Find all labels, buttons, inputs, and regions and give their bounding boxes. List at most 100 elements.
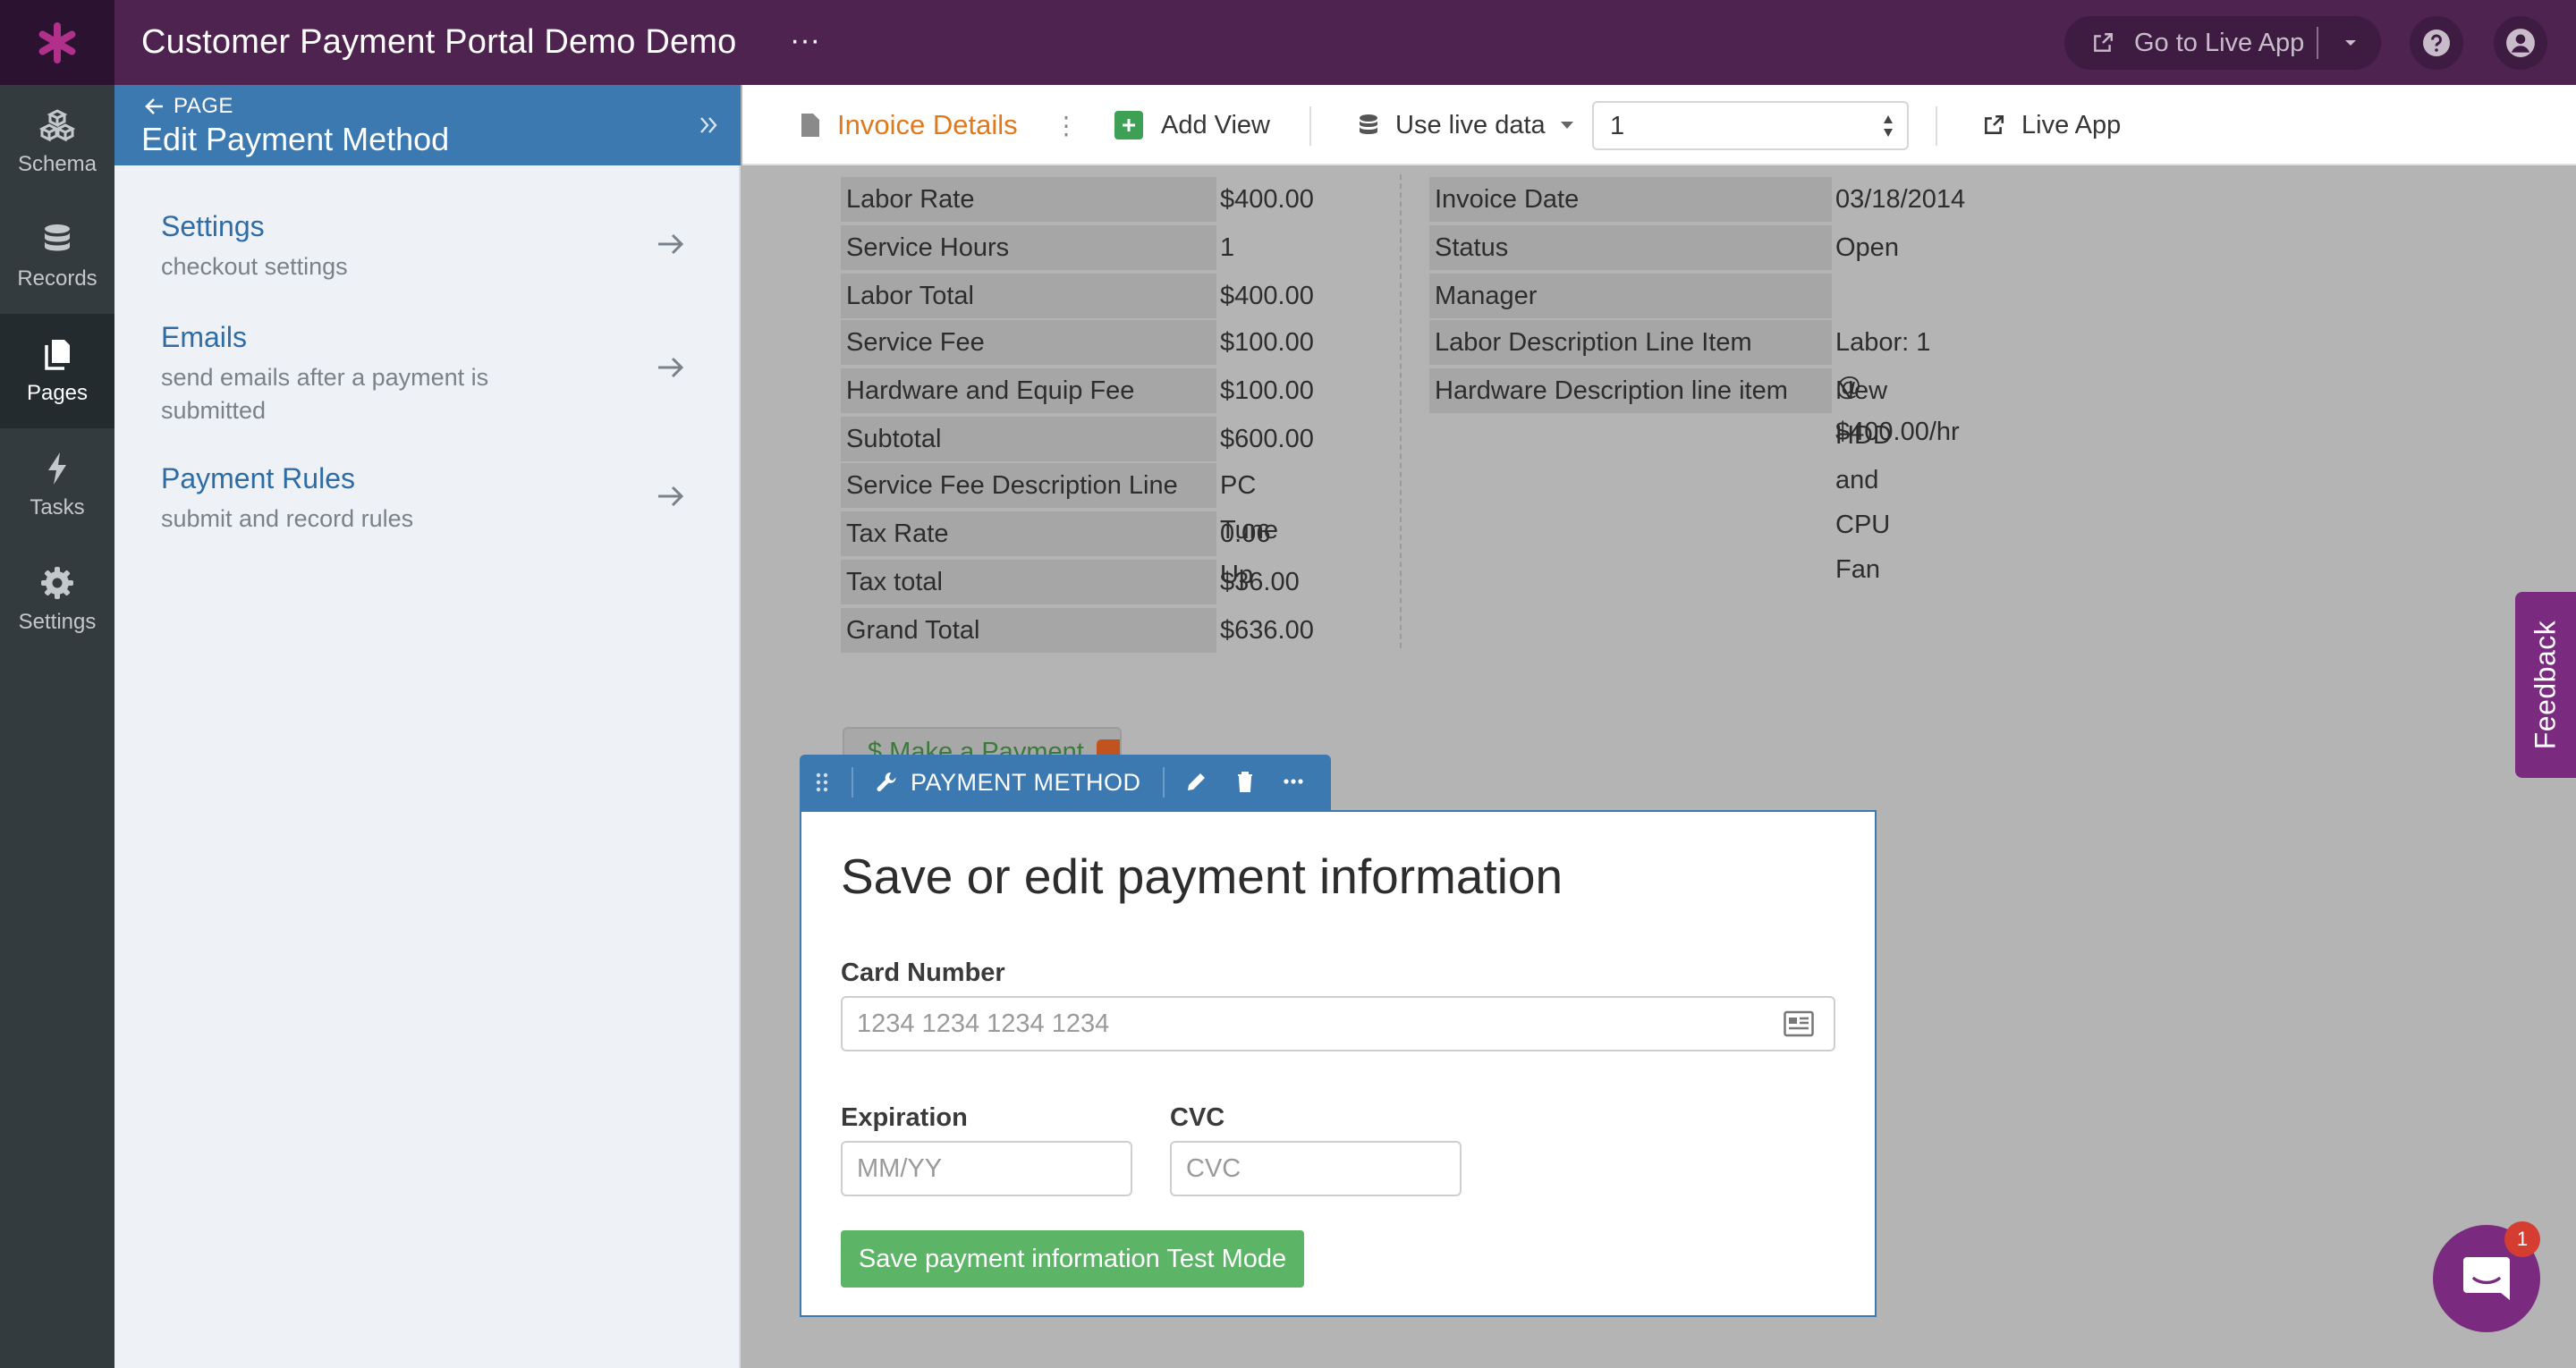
spinner-arrows-icon [1884,115,1893,137]
cvc-placeholder: CVC [1186,1154,1241,1183]
arrow-left-icon [145,98,163,114]
top-bar: Customer Payment Portal Demo Demo ··· Go… [0,0,2576,85]
chevron-down-icon [1560,122,1573,129]
nav-schema[interactable]: Schema [0,85,114,199]
plus-icon [1114,111,1143,139]
left-nav-rail: Schema Records Pages Tasks Settings [0,85,114,1368]
panel-item-desc: send emails after a payment is submitted [161,364,489,424]
account-button[interactable] [2494,16,2547,70]
cvc-label: CVC [1170,1103,1225,1132]
schema-icon [39,109,75,142]
add-view-label: Add View [1161,110,1270,139]
record-selector[interactable]: 1 [1592,101,1909,150]
detail-value: 0.06 [1220,519,1271,548]
column-divider [1400,174,1402,648]
add-view-button[interactable]: Add View [1114,85,1270,165]
view-type-label: PAYMENT METHOD [911,769,1141,796]
detail-label: Invoice Date [1429,177,1832,222]
detail-label: Status [1429,225,1832,270]
nav-pages-label: Pages [26,381,89,405]
expiration-placeholder: MM/YY [857,1154,943,1183]
arrow-right-icon [658,486,684,507]
builder-toolbar: Invoice Details ⋮ Add View Use live data… [742,85,2576,165]
trash-icon[interactable] [1233,769,1258,794]
panel-header: PAGE Edit Payment Method [114,85,741,165]
nav-pages[interactable]: Pages [0,314,114,428]
chat-icon [2463,1257,2510,1300]
pencil-icon[interactable] [1184,769,1209,794]
pages-icon [45,340,70,370]
app-logo[interactable] [0,0,114,85]
detail-value: $400.00 [1220,282,1314,310]
live-app-label: Live App [2021,110,2122,139]
feedback-tab[interactable]: Feedback [2515,592,2576,778]
nav-settings[interactable]: Settings [0,543,114,657]
detail-label: Labor Total [841,274,1216,318]
nav-tasks[interactable]: Tasks [0,428,114,543]
panel-item-title: Payment Rules [161,462,355,494]
collapse-panel-icon[interactable] [696,112,723,139]
card-number-label: Card Number [841,958,1005,987]
nav-records-label: Records [17,266,97,291]
back-to-page-link[interactable]: PAGE [143,92,233,121]
form-title: Save or edit payment information [841,849,1563,904]
detail-label: Subtotal [841,417,1216,461]
detail-label: Labor Description Line Item [1429,320,1832,365]
divider [852,767,853,798]
user-icon [2506,29,2535,57]
detail-label: Tax total [841,560,1216,604]
payment-method-view-header[interactable]: PAYMENT METHOD [800,755,1331,810]
detail-value: Labor: 1 @ $400.00/hr [1835,328,1960,446]
detail-label: Tax Rate [841,511,1216,556]
detail-value: Open [1835,233,1899,262]
detail-label: Service Hours [841,225,1216,270]
more-horizontal-icon[interactable] [1281,769,1306,794]
nav-records[interactable]: Records [0,199,114,314]
database-icon [45,224,70,251]
record-value: 1 [1610,112,1625,140]
external-link-icon [1985,114,2004,134]
go-to-live-app-button[interactable]: Go to Live App [2064,16,2381,70]
app-title: Customer Payment Portal Demo Demo [141,23,737,61]
panel-item-payment-rules[interactable]: Payment Rules submit and record rules [161,462,716,536]
payment-method-form: Save or edit payment information Card Nu… [800,810,1877,1317]
chevron-down-icon[interactable] [2334,29,2367,57]
use-live-data-toggle[interactable]: Use live data [1358,85,1574,165]
drag-handle-icon[interactable] [816,773,828,792]
bolt-icon [48,452,66,485]
notification-badge: 1 [2504,1221,2540,1257]
view-options-button[interactable]: ⋮ [1054,85,1079,165]
divider [1309,106,1311,146]
detail-label: Manager [1429,274,1832,318]
detail-value: $36.00 [1220,568,1300,596]
detail-label: Labor Rate [841,177,1216,222]
view-selector[interactable]: Invoice Details [800,85,1018,165]
cvc-input[interactable]: CVC [1170,1141,1462,1196]
live-app-link[interactable]: Live App [1982,85,2121,165]
external-link-icon [2094,33,2113,52]
detail-value: $100.00 [1220,328,1314,357]
gear-icon [41,567,73,599]
id-card-icon [1784,1010,1814,1037]
card-number-input[interactable]: 1234 1234 1234 1234 [841,996,1835,1051]
detail-label: Service Fee [841,320,1216,365]
arrow-right-icon [658,357,684,378]
detail-label: Service Fee Description Line [841,463,1216,508]
question-icon [2423,30,2450,56]
panel-item-settings[interactable]: Settings checkout settings [161,210,716,283]
panel-item-emails[interactable]: Emails send emails after a payment is su… [161,321,716,427]
feedback-label: Feedback [2529,620,2562,750]
database-icon [1360,114,1377,134]
wrench-icon [877,772,896,791]
panel-item-desc: checkout settings [161,253,348,280]
detail-value: $636.00 [1220,616,1314,645]
expiration-input[interactable]: MM/YY [841,1141,1132,1196]
help-button[interactable] [2410,16,2463,70]
nav-schema-label: Schema [17,152,97,176]
detail-label: Hardware Description line item [1429,368,1832,413]
app-more-button[interactable]: ··· [787,25,823,59]
view-name: Invoice Details [837,109,1018,140]
page-settings-panel: PAGE Edit Payment Method Settings checko… [114,85,741,1368]
save-payment-button[interactable]: Save payment information Test Mode [841,1230,1304,1288]
detail-label: Grand Total [841,608,1216,653]
